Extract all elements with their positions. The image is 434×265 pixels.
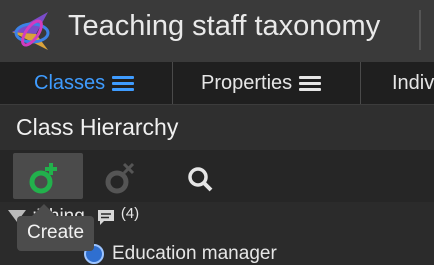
tree-item-education-manager[interactable]: Education manager — [84, 243, 277, 265]
search-icon — [188, 167, 213, 192]
tab-classes-label: Classes — [34, 71, 106, 94]
title-bar: Teaching staff taxonomy — [0, 0, 434, 62]
tab-bar: Classes Properties Indiv — [0, 62, 434, 105]
tree-item-label: Education manager — [112, 243, 277, 264]
tab-individuals-label: Indiv — [392, 71, 434, 94]
tab-divider — [172, 62, 173, 104]
search-class-button[interactable] — [160, 153, 230, 199]
title-divider — [419, 10, 421, 50]
comment-count: (4) — [120, 204, 140, 222]
create-tooltip: Create — [17, 216, 95, 251]
tab-properties-label: Properties — [201, 71, 293, 94]
panel-title: Class Hierarchy — [16, 114, 179, 140]
tab-classes[interactable]: Classes — [34, 62, 135, 104]
tooltip-arrow — [32, 204, 56, 216]
hamburger-icon — [112, 73, 135, 94]
delete-class-icon — [105, 162, 135, 194]
tab-individuals[interactable]: Indiv — [392, 62, 434, 104]
ontology-logo-icon — [12, 12, 50, 50]
tab-properties[interactable]: Properties — [201, 62, 322, 104]
add-class-icon — [29, 163, 57, 194]
comment-icon — [97, 210, 114, 225]
delete-class-button[interactable] — [90, 153, 160, 199]
create-class-button[interactable] — [13, 153, 83, 199]
app-title: Teaching staff taxonomy — [68, 10, 381, 42]
tab-divider — [360, 62, 361, 104]
hamburger-icon — [299, 73, 322, 94]
